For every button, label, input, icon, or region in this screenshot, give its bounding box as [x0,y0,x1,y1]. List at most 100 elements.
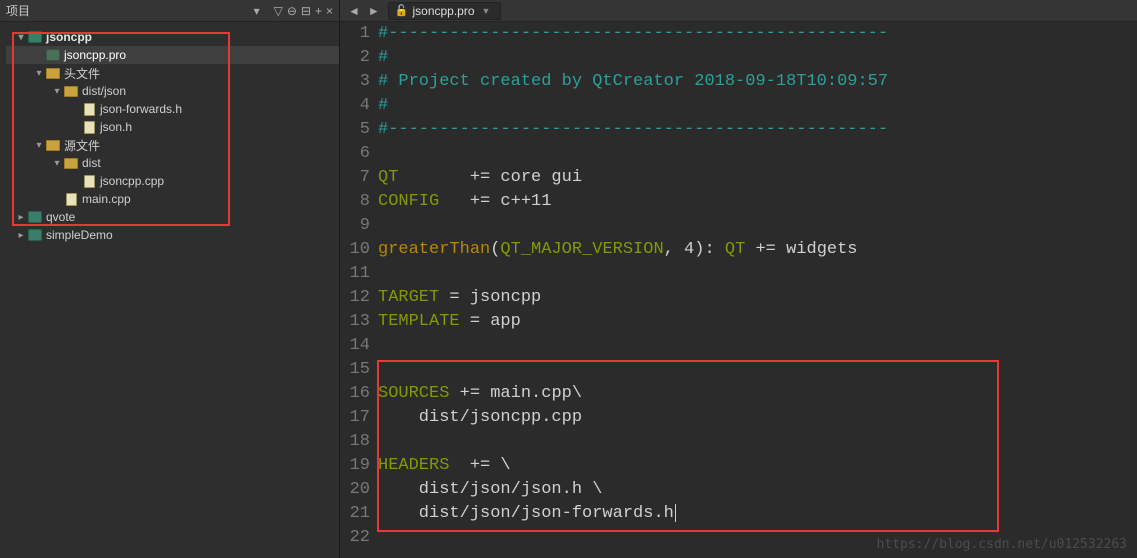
tree-item[interactable]: ▾头文件 [6,64,339,82]
code-editor: ◄ ► 🔓 jsoncpp.pro ▼ 12345678910111213141… [340,0,1137,558]
code-line[interactable]: QT += core gui [378,166,1137,190]
code-line[interactable]: HEADERS += \ [378,454,1137,478]
token: HEADERS [378,456,449,475]
token: # [378,96,388,115]
line-number: 19 [340,454,370,478]
hdr-icon [82,120,96,134]
dropdown-icon[interactable]: ▾ [254,4,260,18]
line-number: 1 [340,22,370,46]
token: += widgets [745,240,857,259]
token: TEMPLATE [378,312,460,331]
line-number: 21 [340,502,370,526]
token: SOURCES [378,384,449,403]
line-number: 18 [340,430,370,454]
tree-item[interactable]: ▸qvote [6,208,339,226]
tree-item-label: dist [82,156,101,170]
twisty-icon[interactable]: ▾ [50,86,64,97]
line-number: 6 [340,142,370,166]
nav-fwd-icon[interactable]: ► [368,4,380,18]
file-tab-name: jsoncpp.pro [412,4,474,18]
nav-back-icon[interactable]: ◄ [348,4,360,18]
code-line[interactable]: #---------------------------------------… [378,118,1137,142]
proj-icon [28,210,42,224]
code-line[interactable]: # Project created by QtCreator 2018-09-1… [378,70,1137,94]
folder-icon [64,84,78,98]
tree-item[interactable]: jsoncpp.cpp [6,172,339,190]
tree-item-label: main.cpp [82,192,131,206]
code-line[interactable] [378,214,1137,238]
tree-item[interactable]: ▾jsoncpp [6,28,339,46]
line-number: 22 [340,526,370,550]
file-tab[interactable]: 🔓 jsoncpp.pro ▼ [388,2,502,20]
code-line[interactable] [378,430,1137,454]
proj-icon [28,228,42,242]
code-line[interactable] [378,142,1137,166]
tree-item[interactable]: json.h [6,118,339,136]
token: QT [725,240,745,259]
folder-icon [46,66,60,80]
tree-item[interactable]: ▾ dist [6,154,339,172]
line-number: 12 [340,286,370,310]
link-icon[interactable]: ⊖ [287,4,297,18]
token: #---------------------------------------… [378,120,888,139]
hdr-icon [82,102,96,116]
close-icon[interactable]: × [326,4,333,18]
twisty-icon[interactable]: ▾ [14,32,28,43]
twisty-icon[interactable]: ▸ [14,212,28,223]
code-line[interactable]: TEMPLATE = app [378,310,1137,334]
code-line[interactable] [378,262,1137,286]
add-icon[interactable]: + [315,4,322,18]
code-line[interactable] [378,334,1137,358]
code-line[interactable]: #---------------------------------------… [378,22,1137,46]
editor-toolbar: ◄ ► 🔓 jsoncpp.pro ▼ [340,0,1137,22]
code-line[interactable]: CONFIG += c++11 [378,190,1137,214]
token: TARGET [378,288,439,307]
chevron-down-icon[interactable]: ▼ [482,6,491,16]
lock-icon: 🔓 [395,4,409,17]
code-line[interactable] [378,358,1137,382]
code-line[interactable]: greaterThan(QT_MAJOR_VERSION, 4): QT += … [378,238,1137,262]
tree-item[interactable]: ▾dist/json [6,82,339,100]
code-line[interactable]: dist/json/json-forwards.h [378,502,1137,526]
split-icon[interactable]: ⊟ [301,4,311,18]
token: QT_MAJOR_VERSION [500,240,663,259]
twisty-icon[interactable]: ▸ [14,230,28,241]
token: += \ [449,456,510,475]
tree-item[interactable]: jsoncpp.pro [6,46,339,64]
code-line[interactable]: TARGET = jsoncpp [378,286,1137,310]
project-tree[interactable]: ▾jsoncppjsoncpp.pro▾头文件▾dist/jsonjson-fo… [0,22,339,244]
project-sidebar: 项目 ▾ ▽ ⊖ ⊟ + × ▾jsoncppjsoncpp.pro▾头文件▾d… [0,0,340,558]
code-line[interactable]: # [378,94,1137,118]
twisty-icon[interactable]: ▾ [32,68,46,79]
code-line[interactable]: SOURCES += main.cpp\ [378,382,1137,406]
line-number: 5 [340,118,370,142]
token: += main.cpp\ [449,384,582,403]
code-area[interactable]: 12345678910111213141516171819202122 #---… [340,22,1137,558]
sidebar-title: 项目 [6,2,254,19]
tree-item-label: simpleDemo [46,228,113,242]
token: dist/json/json.h \ [378,480,602,499]
tree-item[interactable]: json-forwards.h [6,100,339,118]
code-content[interactable]: #---------------------------------------… [378,22,1137,558]
line-number: 13 [340,310,370,334]
code-line[interactable]: # [378,46,1137,70]
tree-item[interactable]: ▾源文件 [6,136,339,154]
line-number: 15 [340,358,370,382]
token: = app [460,312,521,331]
line-number: 16 [340,382,370,406]
tree-item[interactable]: main.cpp [6,190,339,208]
code-line[interactable]: dist/json/json.h \ [378,478,1137,502]
twisty-icon[interactable]: ▾ [50,158,64,169]
line-number: 4 [340,94,370,118]
twisty-icon[interactable]: ▾ [32,140,46,151]
sidebar-header: 项目 ▾ ▽ ⊖ ⊟ + × [0,0,339,22]
line-number: 10 [340,238,370,262]
token: # Project created by QtCreator 2018-09-1… [378,72,888,91]
filter-icon[interactable]: ▽ [274,4,283,18]
token: ( [490,240,500,259]
line-number: 2 [340,46,370,70]
code-line[interactable]: dist/jsoncpp.cpp [378,406,1137,430]
token: #---------------------------------------… [378,24,888,43]
tree-item[interactable]: ▸ simpleDemo [6,226,339,244]
token: += core gui [398,168,582,187]
